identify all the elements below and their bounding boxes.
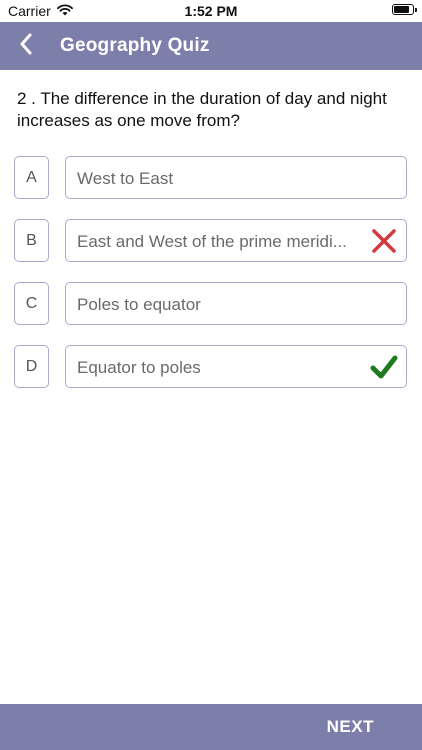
option-text-d: Equator to poles [77,358,201,377]
battery-icon [392,4,417,15]
option-d: D Equator to poles [14,345,407,388]
option-text-b: East and West of the prime meridi... [77,232,347,251]
option-answer-a[interactable]: West to East [65,156,407,199]
question-text: 2 . The difference in the duration of da… [17,89,387,130]
option-b: B East and West of the prime meridi... [14,219,407,262]
back-button[interactable] [10,30,42,62]
status-right [392,4,417,15]
battery-level [394,6,410,13]
option-letter-d[interactable]: D [14,345,49,388]
wrong-cross-icon [370,227,398,255]
correct-check-icon [370,353,398,381]
option-text-a: West to East [77,169,174,188]
option-answer-c[interactable]: Poles to equator [65,282,407,325]
quiz-screen: Carrier 1:52 PM Geography Quiz 2 . The d… [0,0,422,750]
status-time: 1:52 PM [184,3,238,19]
option-c: C Poles to equator [14,282,407,325]
bottom-bar: NEXT [0,704,422,750]
option-answer-b[interactable]: East and West of the prime meridi... [65,219,407,262]
option-answer-d[interactable]: Equator to poles [65,345,407,388]
option-text-c: Poles to equator [77,295,201,314]
option-letter-b[interactable]: B [14,219,49,262]
nav-bar: Geography Quiz [0,22,422,70]
option-a: A West to East [14,156,407,199]
option-letter-c[interactable]: C [14,282,49,325]
next-button[interactable]: NEXT [327,717,374,737]
chevron-left-icon [19,33,33,60]
page-title: Geography Quiz [60,35,210,56]
option-letter-a[interactable]: A [14,156,49,199]
status-bar: Carrier 1:52 PM [0,0,422,22]
